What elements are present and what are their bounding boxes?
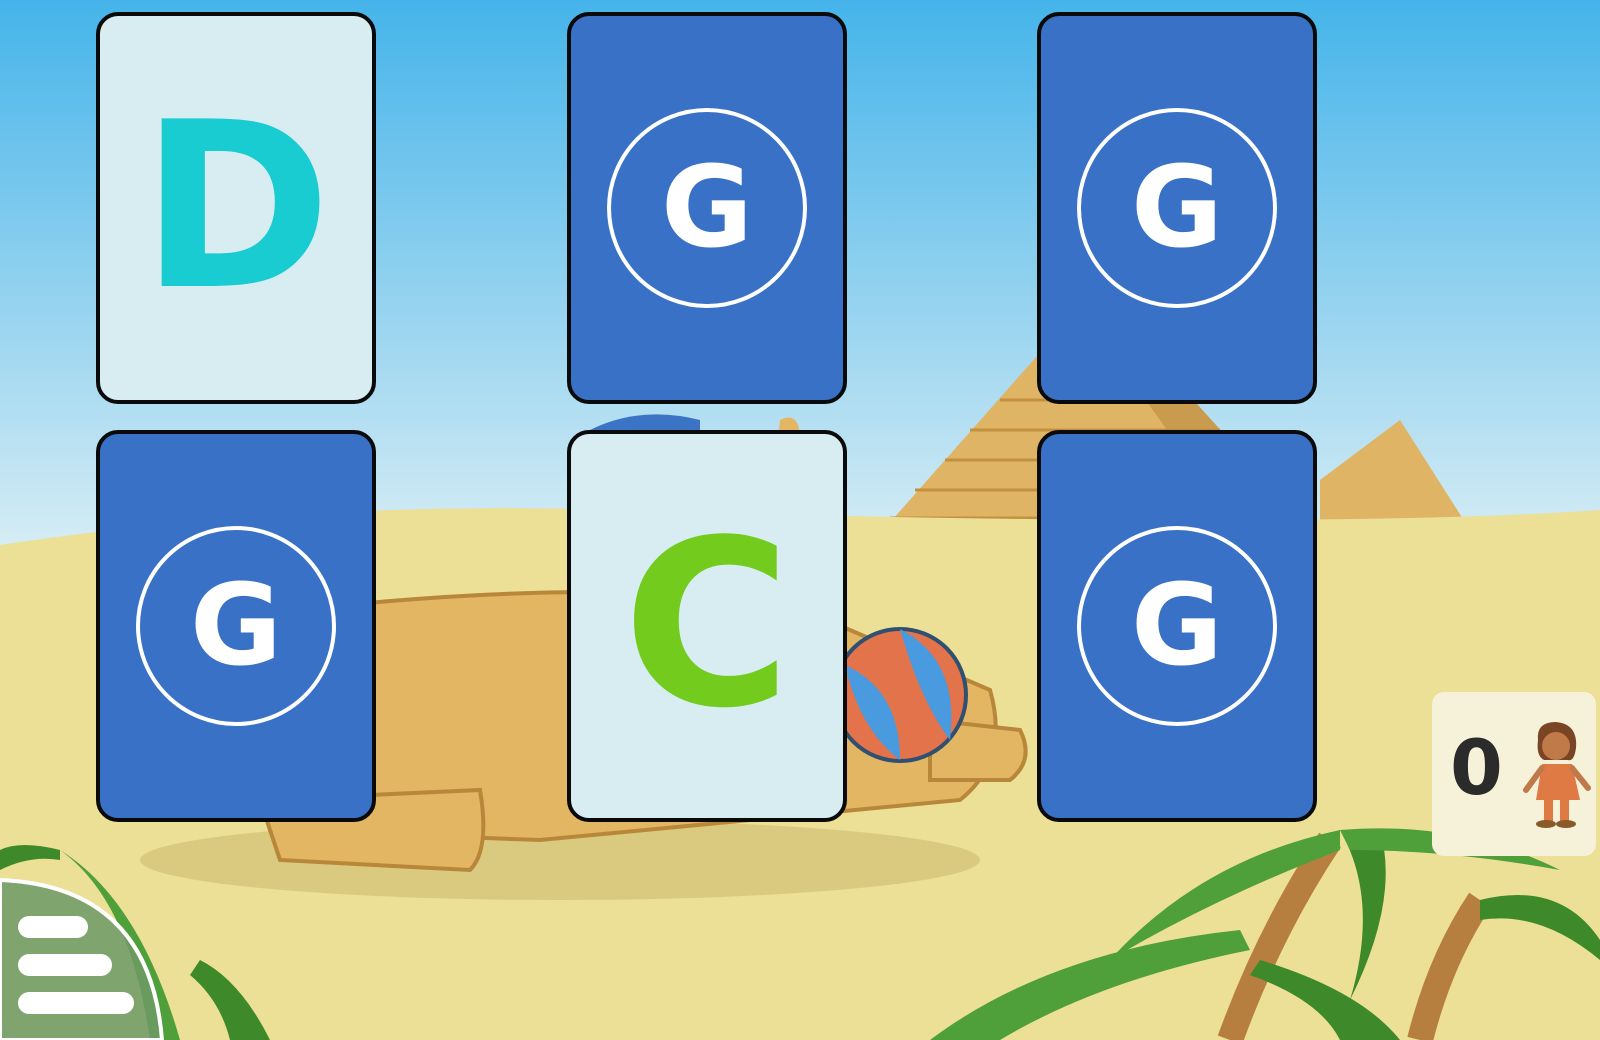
score-value: 0 [1450,723,1503,812]
player-avatar-icon [1523,722,1591,828]
g-logo-icon: G [1077,108,1277,308]
memory-card-2[interactable]: G [567,12,847,404]
memory-card-5[interactable]: C [567,430,847,822]
menu-button[interactable] [0,876,164,1040]
memory-card-4[interactable]: G [96,430,376,822]
memory-card-1[interactable]: D [96,12,376,404]
card-letter-d: D [140,74,332,341]
card-letter-c: C [622,492,792,759]
memory-card-6[interactable]: G [1037,430,1317,822]
g-logo-icon: G [607,108,807,308]
g-logo-icon: G [1077,526,1277,726]
beach-ball [832,627,968,763]
score-panel: 0 [1432,692,1596,856]
memory-card-3[interactable]: G [1037,12,1317,404]
g-logo-icon: G [136,526,336,726]
